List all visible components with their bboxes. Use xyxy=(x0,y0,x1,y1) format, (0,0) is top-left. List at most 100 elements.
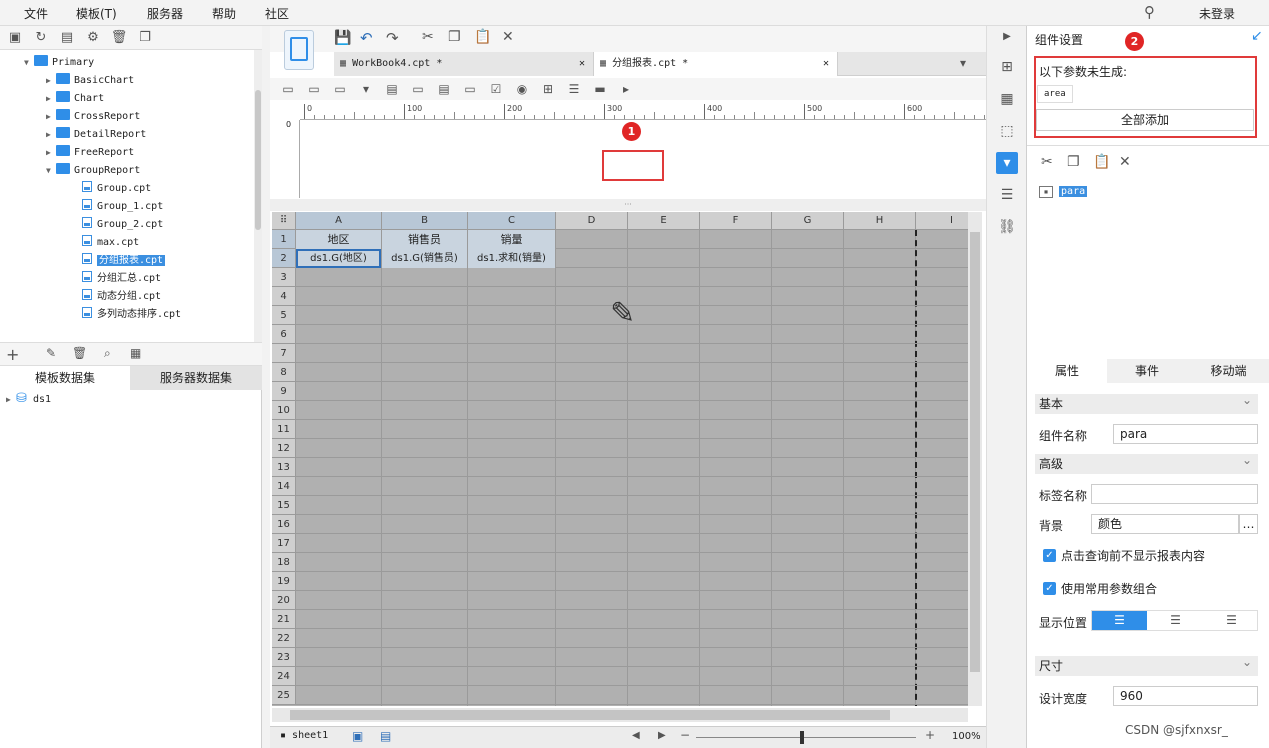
add-all-button[interactable]: 全部添加 xyxy=(1036,109,1254,131)
checkbox-hide-before-query[interactable]: ✓ xyxy=(1043,549,1056,562)
row-header[interactable]: 15 xyxy=(272,496,296,515)
align-right-icon[interactable]: ☰ xyxy=(1204,611,1259,630)
row-header[interactable]: 20 xyxy=(272,591,296,610)
column-header[interactable]: H xyxy=(844,212,916,230)
checkbox-group-icon[interactable]: ☑ xyxy=(486,80,506,98)
tree-item[interactable]: 多列动态排序.cpt xyxy=(82,306,181,324)
dataset-item[interactable]: ▶ ⛁ ds1 xyxy=(6,390,51,408)
paste-icon[interactable]: 📋 xyxy=(474,29,491,45)
condition-icon[interactable]: ☰ xyxy=(996,184,1018,206)
tree-item[interactable]: ▶ CrossReport xyxy=(46,108,140,126)
chevron-right-icon[interactable]: ▶ xyxy=(46,108,56,126)
tree-item[interactable]: ▼ GroupReport xyxy=(46,162,140,180)
tab-events[interactable]: 事件 xyxy=(1107,359,1187,383)
lab-widget-icon[interactable]: ▭ xyxy=(304,80,324,98)
background-more-button[interactable]: … xyxy=(1239,514,1258,534)
zoom-slider[interactable] xyxy=(696,737,916,738)
close-icon[interactable]: ✕ xyxy=(502,29,514,45)
grid-cell[interactable]: 销量 xyxy=(468,230,555,249)
spreadsheet-grid[interactable]: ⠿ A B C D E F G H I 1 2 3 4 5 6 7 8 9 10 11 12 13 14 15 16 17 18 19 2… xyxy=(272,212,968,706)
expand-arrow-icon[interactable]: ▶ xyxy=(6,391,16,409)
grid-vscrollbar[interactable] xyxy=(968,212,982,706)
row-header[interactable]: 12 xyxy=(272,439,296,458)
tree-item[interactable]: 分组汇总.cpt xyxy=(82,270,161,288)
zoom-in-icon[interactable]: + xyxy=(925,728,935,742)
search-icon[interactable]: ⚲ xyxy=(1144,3,1155,21)
tree-item[interactable]: Group.cpt xyxy=(82,180,151,198)
section-size[interactable]: 尺寸 xyxy=(1035,652,1258,676)
column-header[interactable]: G xyxy=(772,212,844,230)
collapse-right-icon[interactable]: ▶ xyxy=(996,26,1018,48)
grid-hscrollbar[interactable] xyxy=(272,708,968,722)
menu-community[interactable]: 社区 xyxy=(265,5,289,22)
redo-icon[interactable]: ↷ xyxy=(386,29,399,47)
parameter-pane-highlight[interactable] xyxy=(602,150,664,181)
tree-item[interactable]: 动态分组.cpt xyxy=(82,288,161,306)
paste-widget-icon[interactable]: 📋 xyxy=(1093,154,1110,170)
widget-settings-icon[interactable]: ▾ xyxy=(996,152,1018,174)
number-widget-icon[interactable]: ▭ xyxy=(408,80,428,98)
column-header[interactable]: C xyxy=(468,212,556,230)
tab-properties[interactable]: 属性 xyxy=(1027,359,1107,383)
next-icon[interactable]: ▶ xyxy=(658,730,666,741)
menu-help[interactable]: 帮助 xyxy=(212,5,236,22)
row-header[interactable]: 11 xyxy=(272,420,296,439)
param-chip[interactable]: area xyxy=(1037,85,1073,103)
cell-element-icon[interactable]: ⊞ xyxy=(996,56,1018,78)
zoom-thumb[interactable] xyxy=(800,731,804,744)
settings-icon[interactable]: ⚙ xyxy=(84,29,102,47)
date-widget-icon[interactable]: ▤ xyxy=(382,80,402,98)
copy-icon[interactable]: ❐ xyxy=(448,29,461,45)
combo-widget-icon[interactable]: ▾ xyxy=(356,80,376,98)
chevron-down-icon[interactable]: ▼ xyxy=(24,54,34,72)
grid-cell[interactable]: 地区 xyxy=(296,230,381,249)
prev-icon[interactable]: ◀ xyxy=(632,730,640,741)
row-header[interactable]: 4 xyxy=(272,287,296,306)
copy-icon[interactable]: ❐ xyxy=(136,29,154,47)
row-header[interactable]: 16 xyxy=(272,515,296,534)
tree-widget-icon[interactable]: ⊞ xyxy=(538,80,558,98)
add-sheet-icon[interactable]: ▣ xyxy=(352,729,363,743)
row-header[interactable]: 10 xyxy=(272,401,296,420)
button-widget-icon[interactable]: ▬ xyxy=(590,80,610,98)
row-header[interactable]: 25 xyxy=(272,686,296,705)
design-width-input[interactable]: 960 xyxy=(1113,686,1258,706)
align-left-icon[interactable]: ☰ xyxy=(1092,611,1147,630)
close-tab-icon[interactable]: ✕ xyxy=(823,52,829,76)
zoom-out-icon[interactable]: − xyxy=(680,728,690,742)
section-basic[interactable]: 基本 xyxy=(1035,390,1258,414)
file-tab-group-report[interactable]: ▦ 分组报表.cpt * ✕ xyxy=(594,52,838,76)
tag-name-input[interactable] xyxy=(1091,484,1258,504)
tree-item[interactable]: Group_1.cpt xyxy=(82,198,163,216)
dataset-settings-icon[interactable]: ▦ xyxy=(130,346,141,360)
row-header[interactable]: 3 xyxy=(272,268,296,287)
chevron-right-icon[interactable]: ▶ xyxy=(46,90,56,108)
widget-name-input[interactable]: para xyxy=(1113,424,1258,444)
align-center-icon[interactable]: ☰ xyxy=(1148,611,1203,630)
row-header[interactable]: 2 xyxy=(272,249,296,268)
undo-icon[interactable]: ↶ xyxy=(360,29,373,47)
section-advanced[interactable]: 高级 xyxy=(1035,450,1258,474)
copy-widget-icon[interactable]: ❐ xyxy=(1067,154,1080,170)
chevron-right-icon[interactable]: ▶ xyxy=(46,72,56,90)
tab-server-dataset[interactable]: 服务器数据集 xyxy=(130,366,262,390)
edit-icon[interactable]: ✎ xyxy=(46,346,56,360)
grid-corner[interactable]: ⠿ xyxy=(272,212,296,230)
pin-icon[interactable]: ↙ xyxy=(1251,28,1263,44)
row-header[interactable]: 21 xyxy=(272,610,296,629)
tree-item[interactable]: ▶ BasicChart xyxy=(46,72,134,90)
delete-icon[interactable]: 🗑 xyxy=(110,29,128,47)
float-element-icon[interactable]: ⬚ xyxy=(996,120,1018,142)
row-header[interactable]: 23 xyxy=(272,648,296,667)
chevron-right-icon[interactable]: ▶ xyxy=(46,126,56,144)
file-tab-workbook4[interactable]: ▦ WorkBook4.cpt * ✕ xyxy=(334,52,594,76)
row-header[interactable]: 18 xyxy=(272,553,296,572)
radio-group-icon[interactable]: ◉ xyxy=(512,80,532,98)
grid-cell[interactable]: ds1.G(销售员) xyxy=(382,249,467,268)
tree-item[interactable]: 分组报表.cpt xyxy=(82,252,166,270)
row-header[interactable]: 17 xyxy=(272,534,296,553)
textarea-widget-icon[interactable]: ▤ xyxy=(434,80,454,98)
row-header[interactable]: 7 xyxy=(272,344,296,363)
grid-cell[interactable]: ds1.求和(销量) xyxy=(468,249,555,268)
tree-item[interactable]: max.cpt xyxy=(82,234,139,252)
